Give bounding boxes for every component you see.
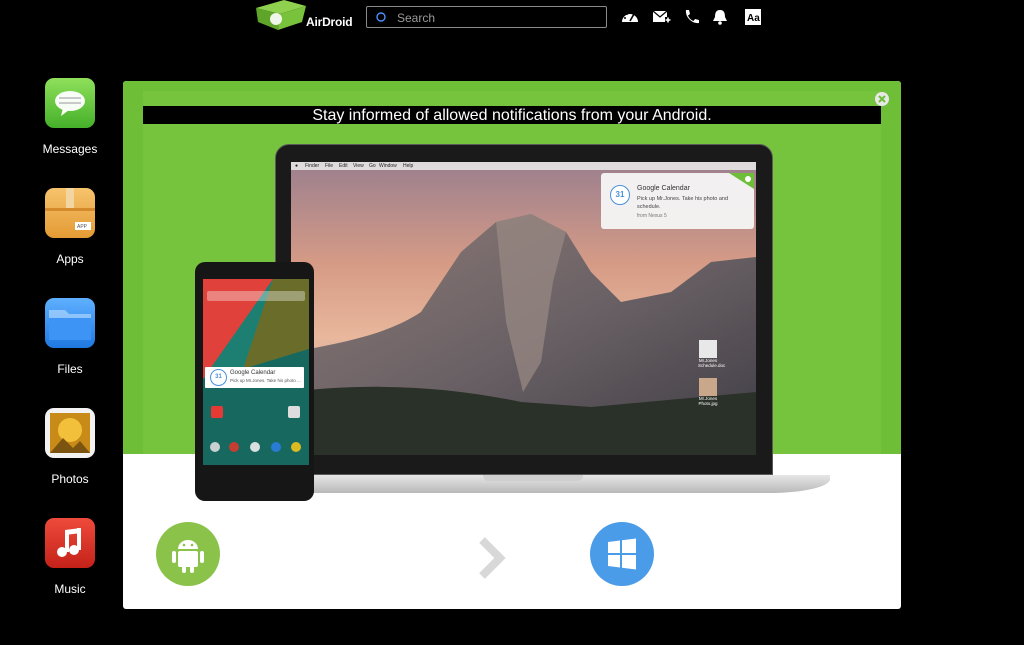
mac-menubar: ● Finder File Edit View Go Window Help [291, 162, 756, 170]
svg-text:APP: APP [77, 224, 88, 230]
dock-item-messages[interactable]: Messages [40, 78, 100, 156]
notification-source: from Nexus 5 [637, 213, 667, 219]
android-icon [172, 540, 204, 573]
android-badge [156, 522, 220, 586]
notification-title: Google Calendar [230, 370, 276, 376]
panel-headline: Stay informed of allowed notifications f… [143, 106, 881, 124]
phone-icon[interactable] [682, 8, 702, 26]
dock-label: Music [54, 582, 86, 596]
dock-item-apps[interactable]: APP Apps [40, 188, 100, 266]
chevron-right-icon [479, 537, 506, 579]
messages-icon [45, 78, 95, 128]
font-size-icon[interactable]: Aa [744, 8, 764, 26]
mac-notification-card[interactable]: 31 Google Calendar Pick up Mr.Jones. Tak… [601, 173, 754, 229]
dock-label: Messages [42, 142, 98, 156]
search-input[interactable] [395, 9, 599, 27]
airdroid-corner-icon [729, 173, 754, 189]
notification-text: Pick up Mr.Jones. Take his photo and sch… [637, 196, 729, 210]
music-icon [45, 518, 95, 568]
phone-notification-card[interactable]: 31 Google Calendar Pick up Mr.Jones. Tak… [205, 367, 304, 388]
dock-item-music[interactable]: Music [40, 518, 100, 596]
svg-text:Aa: Aa [747, 13, 760, 24]
menubar-item[interactable]: Help [403, 162, 413, 170]
desktop-photo-icon[interactable]: Mr.Jones Photo.jpg [698, 378, 718, 406]
compose-mail-icon[interactable] [652, 8, 672, 26]
search-box[interactable] [366, 6, 607, 28]
dock-label: Photos [51, 472, 89, 486]
dock-item-photos[interactable]: Photos [40, 408, 100, 486]
airdroid-logo[interactable]: AirDroid [254, 0, 354, 32]
apps-icon: APP [45, 188, 95, 238]
dock-item-files[interactable]: Files [40, 298, 100, 376]
menubar-item[interactable]: Window [379, 162, 397, 170]
brand-name: AirDroid [306, 15, 353, 29]
dock-label: Files [57, 362, 83, 376]
notification-promo-panel: Stay informed of allowed notifications f… [123, 81, 901, 609]
laptop-notch [483, 475, 583, 481]
apple-icon: ● [295, 163, 299, 169]
bell-icon[interactable] [710, 8, 730, 26]
notification-title: Google Calendar [637, 185, 690, 192]
speedometer-icon[interactable] [620, 8, 640, 26]
menubar-item[interactable]: File [325, 162, 333, 170]
calendar-icon: 31 [610, 185, 630, 205]
desktop-file-icon[interactable]: Mr.Jones Schedule.doc [698, 340, 725, 368]
airdroid-logo-icon [256, 0, 306, 30]
photos-icon [45, 408, 95, 458]
menubar-item[interactable]: Finder [305, 162, 319, 170]
menubar-item[interactable]: Edit [339, 162, 348, 170]
close-icon [878, 95, 886, 103]
dock-label: Apps [56, 252, 84, 266]
calendar-icon: 31 [210, 369, 227, 386]
windows-badge [590, 522, 654, 586]
menubar-item[interactable]: View [353, 162, 364, 170]
windows-icon [608, 538, 636, 570]
search-icon [376, 12, 386, 22]
files-icon [45, 298, 95, 348]
close-button[interactable] [875, 92, 889, 106]
notification-text: Pick up Mr.Jones. Take his photo ... [230, 378, 301, 383]
menubar-item[interactable]: Go [369, 162, 376, 170]
